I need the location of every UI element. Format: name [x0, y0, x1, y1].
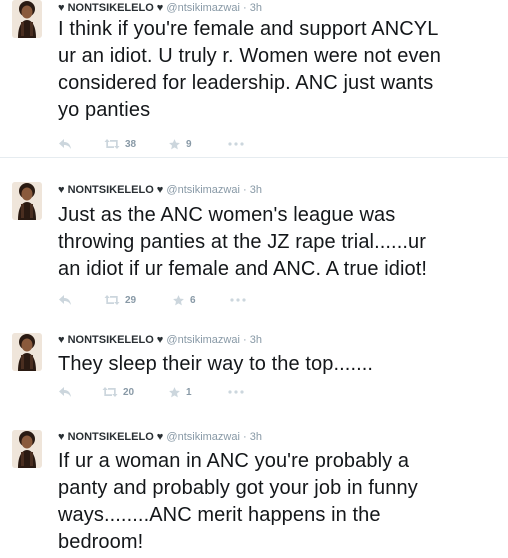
- favorite-count: 9: [186, 138, 192, 150]
- avatar[interactable]: [12, 430, 42, 468]
- username[interactable]: @ntsikimazwai: [166, 2, 240, 14]
- display-name[interactable]: ♥ NONTSIKELELO ♥: [58, 2, 163, 14]
- tweet[interactable]: ♥ NONTSIKELELO ♥ @ntsikimazwai · 3h I th…: [0, 0, 508, 158]
- retweet-icon: [102, 387, 118, 397]
- favorite-button[interactable]: 1: [168, 384, 192, 400]
- more-icon: [230, 298, 246, 302]
- retweet-button[interactable]: 38: [104, 136, 136, 152]
- timestamp[interactable]: 3h: [250, 334, 262, 346]
- retweet-icon: [104, 295, 120, 305]
- more-icon: [228, 142, 244, 146]
- reply-button[interactable]: [58, 136, 72, 152]
- separator: ·: [242, 184, 247, 196]
- tweet-header: ♥ NONTSIKELELO ♥ @ntsikimazwai · 3h: [58, 431, 262, 443]
- tweet[interactable]: ♥ NONTSIKELELO ♥ @ntsikimazwai · 3h Just…: [0, 182, 508, 312]
- retweet-button[interactable]: 20: [102, 384, 134, 400]
- tweet-header: ♥ NONTSIKELELO ♥ @ntsikimazwai · 3h: [58, 2, 262, 14]
- tweet-text-line: They sleep their way to the top.......: [58, 353, 374, 375]
- timestamp[interactable]: 3h: [250, 184, 262, 196]
- display-name[interactable]: ♥ NONTSIKELELO ♥: [58, 334, 163, 346]
- avatar[interactable]: [12, 333, 42, 371]
- separator: ·: [242, 334, 247, 346]
- tweet-text: I think if you're female and support ANC…: [58, 16, 498, 124]
- star-icon: [173, 294, 184, 305]
- username[interactable]: @ntsikimazwai: [166, 184, 240, 196]
- avatar[interactable]: [12, 0, 42, 38]
- tweet-text-line: an idiot if ur female and ANC. A true id…: [58, 258, 428, 280]
- star-icon: [169, 386, 180, 397]
- tweet-text-line: I think if you're female and support ANC…: [58, 18, 439, 40]
- tweet-text: They sleep their way to the top.......: [58, 351, 498, 378]
- timestamp[interactable]: 3h: [250, 431, 262, 443]
- retweet-count: 38: [125, 138, 137, 150]
- tweet-text-line: throwing panties at the JZ rape trial...…: [58, 231, 427, 253]
- retweet-button[interactable]: 29: [104, 292, 136, 308]
- tweet-text: Just as the ANC women's league was throw…: [58, 202, 498, 283]
- username[interactable]: @ntsikimazwai: [166, 334, 240, 346]
- favorite-count: 1: [186, 386, 192, 398]
- reply-icon: [59, 295, 71, 305]
- tweet-text-line: Just as the ANC women's league was: [58, 204, 396, 226]
- retweet-icon: [104, 139, 120, 149]
- favorite-button[interactable]: 6: [172, 292, 196, 308]
- tweet[interactable]: ♥ NONTSIKELELO ♥ @ntsikimazwai · 3h They…: [0, 333, 508, 405]
- tweet[interactable]: ♥ NONTSIKELELO ♥ @ntsikimazwai · 3h If u…: [0, 430, 508, 558]
- favorite-count: 6: [190, 294, 196, 306]
- favorite-button[interactable]: 9: [168, 136, 192, 152]
- tweet-header: ♥ NONTSIKELELO ♥ @ntsikimazwai · 3h: [58, 184, 262, 196]
- tweet-header: ♥ NONTSIKELELO ♥ @ntsikimazwai · 3h: [58, 334, 262, 346]
- tweet-text-line: yo panties: [58, 99, 151, 121]
- tweet-text-line: bedroom!: [58, 531, 144, 553]
- more-button[interactable]: [228, 384, 244, 400]
- timestamp[interactable]: 3h: [250, 2, 262, 14]
- reply-icon: [59, 139, 71, 149]
- tweet-text-line: ways........ANC merit happens in the: [58, 504, 381, 526]
- more-button[interactable]: [228, 136, 244, 152]
- more-button[interactable]: [230, 292, 246, 308]
- star-icon: [169, 138, 180, 149]
- reply-button[interactable]: [58, 384, 72, 400]
- reply-icon: [59, 387, 71, 397]
- tweet-text-line: If ur a woman in ANC you're probably a: [58, 450, 410, 472]
- display-name[interactable]: ♥ NONTSIKELELO ♥: [58, 184, 163, 196]
- retweet-count: 29: [125, 294, 137, 306]
- reply-button[interactable]: [58, 292, 72, 308]
- avatar[interactable]: [12, 182, 42, 220]
- separator: ·: [242, 431, 247, 443]
- tweet-text-line: panty and probably got your job in funny: [58, 477, 418, 499]
- display-name[interactable]: ♥ NONTSIKELELO ♥: [58, 431, 163, 443]
- username[interactable]: @ntsikimazwai: [166, 431, 240, 443]
- tweet-text: If ur a woman in ANC you're probably a p…: [58, 448, 498, 556]
- more-icon: [228, 390, 244, 394]
- retweet-count: 20: [123, 386, 135, 398]
- separator: ·: [242, 2, 247, 14]
- tweet-text-line: ur an idiot. U truly r. Women were not e…: [58, 45, 441, 67]
- tweet-text-line: considered for leadership. ANC just want…: [58, 72, 434, 94]
